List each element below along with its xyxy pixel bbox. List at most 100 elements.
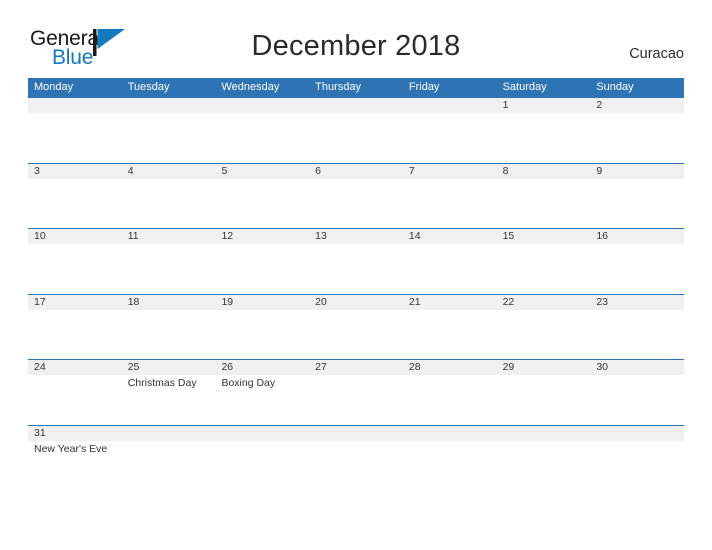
- day-events[interactable]: [590, 441, 684, 471]
- day-events[interactable]: [28, 310, 122, 360]
- day-events[interactable]: [497, 441, 591, 471]
- day-events[interactable]: [590, 375, 684, 425]
- day-number[interactable]: 7: [403, 164, 497, 179]
- day-events[interactable]: Christmas Day: [122, 375, 216, 425]
- day-number[interactable]: 16: [590, 229, 684, 244]
- day-number[interactable]: [403, 98, 497, 113]
- week-date-band: 10 11 12 13 14 15 16: [28, 229, 684, 244]
- day-events[interactable]: [215, 244, 309, 294]
- day-events[interactable]: [215, 310, 309, 360]
- week-date-band: 24 25 26 27 28 29 30: [28, 360, 684, 375]
- day-events[interactable]: [497, 179, 591, 229]
- day-number[interactable]: 12: [215, 229, 309, 244]
- day-number[interactable]: [309, 426, 403, 441]
- day-number[interactable]: [309, 98, 403, 113]
- week-date-band: 1 2: [28, 98, 684, 113]
- day-number[interactable]: 11: [122, 229, 216, 244]
- day-number[interactable]: 3: [28, 164, 122, 179]
- day-events[interactable]: [215, 113, 309, 163]
- day-number[interactable]: 14: [403, 229, 497, 244]
- day-events[interactable]: Boxing Day: [215, 375, 309, 425]
- page-header: General Blue December 2018 Curacao: [0, 0, 712, 78]
- day-number[interactable]: 20: [309, 295, 403, 310]
- day-events[interactable]: [28, 113, 122, 163]
- day-number[interactable]: [403, 426, 497, 441]
- day-number[interactable]: 25: [122, 360, 216, 375]
- day-number[interactable]: 9: [590, 164, 684, 179]
- day-number[interactable]: [28, 98, 122, 113]
- day-number[interactable]: 31: [28, 426, 122, 441]
- day-events[interactable]: [590, 113, 684, 163]
- day-events[interactable]: [497, 310, 591, 360]
- day-number[interactable]: 21: [403, 295, 497, 310]
- day-number[interactable]: [215, 98, 309, 113]
- day-number[interactable]: 28: [403, 360, 497, 375]
- day-events[interactable]: [215, 179, 309, 229]
- week-event-band: [28, 244, 684, 294]
- week-date-band: 17 18 19 20 21 22 23: [28, 294, 684, 310]
- day-number[interactable]: 4: [122, 164, 216, 179]
- day-number[interactable]: 10: [28, 229, 122, 244]
- day-events[interactable]: [403, 310, 497, 360]
- day-number[interactable]: 23: [590, 295, 684, 310]
- day-events[interactable]: [122, 244, 216, 294]
- weekday-header-row: Monday Tuesday Wednesday Thursday Friday…: [28, 78, 684, 97]
- weekday-header-saturday: Saturday: [502, 81, 547, 93]
- week-row: 31 New Year's Eve: [28, 424, 684, 471]
- day-number[interactable]: 1: [497, 98, 591, 113]
- day-events[interactable]: [309, 113, 403, 163]
- day-events[interactable]: [28, 179, 122, 229]
- day-events[interactable]: [215, 441, 309, 471]
- day-events[interactable]: New Year's Eve: [28, 441, 122, 471]
- day-events[interactable]: [403, 441, 497, 471]
- day-events[interactable]: [122, 113, 216, 163]
- day-number[interactable]: 5: [215, 164, 309, 179]
- day-number[interactable]: 26: [215, 360, 309, 375]
- day-number[interactable]: 27: [309, 360, 403, 375]
- day-events[interactable]: [497, 375, 591, 425]
- day-number[interactable]: [122, 98, 216, 113]
- weekday-header-friday: Friday: [408, 81, 440, 93]
- day-number[interactable]: 13: [309, 229, 403, 244]
- day-events[interactable]: [497, 113, 591, 163]
- day-number[interactable]: 17: [28, 295, 122, 310]
- day-events[interactable]: [309, 244, 403, 294]
- day-number[interactable]: 30: [590, 360, 684, 375]
- week-row: 10 11 12 13 14 15 16: [28, 228, 684, 294]
- day-number[interactable]: 24: [28, 360, 122, 375]
- day-events[interactable]: [403, 375, 497, 425]
- region-label: Curacao: [629, 46, 684, 62]
- weekday-header-wednesday: Wednesday: [221, 81, 280, 93]
- week-event-band: Christmas Day Boxing Day: [28, 375, 684, 425]
- day-events[interactable]: [122, 179, 216, 229]
- day-events[interactable]: [122, 310, 216, 360]
- day-events[interactable]: [590, 244, 684, 294]
- event-label: New Year's Eve: [34, 442, 108, 455]
- day-events[interactable]: [403, 244, 497, 294]
- day-number[interactable]: [590, 426, 684, 441]
- week-row: 3 4 5 6 7 8 9: [28, 162, 684, 229]
- day-events[interactable]: [122, 441, 216, 471]
- day-events[interactable]: [590, 179, 684, 229]
- day-number[interactable]: 8: [497, 164, 591, 179]
- day-events[interactable]: [309, 441, 403, 471]
- day-number[interactable]: [497, 426, 591, 441]
- day-events[interactable]: [590, 310, 684, 360]
- day-events[interactable]: [403, 179, 497, 229]
- day-events[interactable]: [309, 375, 403, 425]
- day-number[interactable]: 2: [590, 98, 684, 113]
- day-number[interactable]: [122, 426, 216, 441]
- day-number[interactable]: 29: [497, 360, 591, 375]
- day-events[interactable]: [497, 244, 591, 294]
- day-number[interactable]: 15: [497, 229, 591, 244]
- day-number[interactable]: 6: [309, 164, 403, 179]
- day-events[interactable]: [403, 113, 497, 163]
- day-number[interactable]: [215, 426, 309, 441]
- day-number[interactable]: 19: [215, 295, 309, 310]
- day-events[interactable]: [309, 179, 403, 229]
- day-number[interactable]: 22: [497, 295, 591, 310]
- day-number[interactable]: 18: [122, 295, 216, 310]
- day-events[interactable]: [28, 244, 122, 294]
- day-events[interactable]: [28, 375, 122, 425]
- day-events[interactable]: [309, 310, 403, 360]
